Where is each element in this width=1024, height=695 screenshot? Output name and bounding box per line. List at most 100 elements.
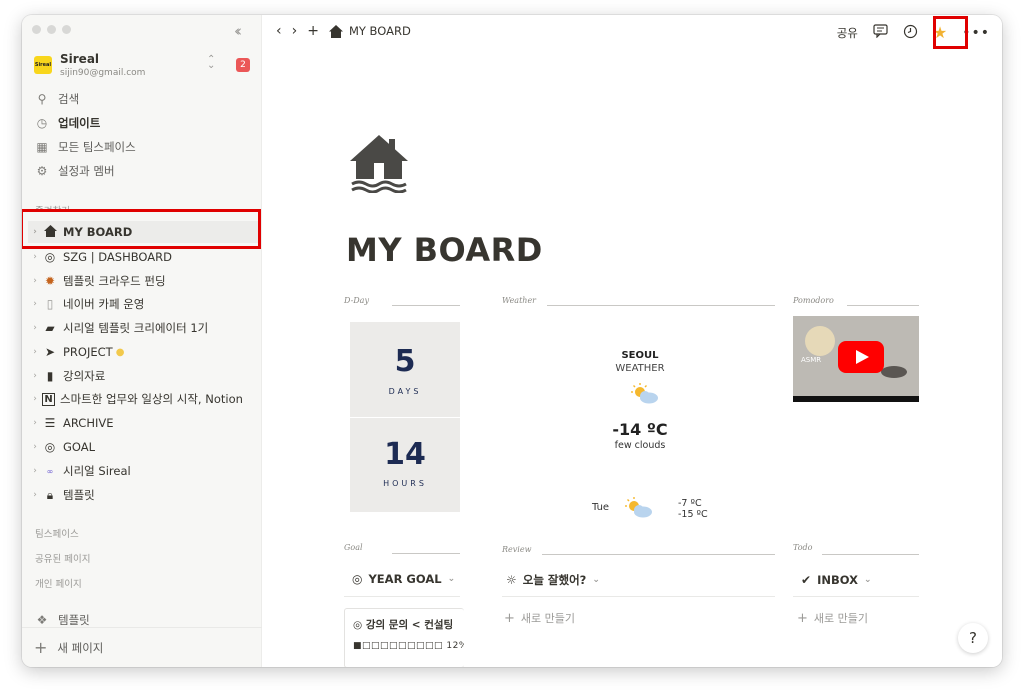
plus-icon: + <box>797 610 808 626</box>
workspace-switcher[interactable]: Sireal Sireal sijin90@gmail.com ⌃ ⌄ 2 <box>34 52 254 84</box>
zoom-window-dot[interactable] <box>62 25 71 34</box>
plus-icon[interactable]: + <box>307 23 319 39</box>
sidebar-item-label: 네이버 카페 운영 <box>63 297 145 311</box>
chevron-down-icon[interactable]: ⌄ <box>864 575 872 585</box>
review-view-divider <box>502 596 775 597</box>
sidebar-item-notion-guide[interactable]: › N 스마트한 업무와 일상의 시작, Notion <box>28 388 258 410</box>
sidebar-item-sireal[interactable]: › ∞ 시리얼 Sireal <box>28 460 258 482</box>
chevron-right-icon[interactable]: › <box>28 466 42 476</box>
notification-badge[interactable]: 2 <box>236 58 250 72</box>
goal-header: Goal <box>344 543 363 552</box>
sidebar-item-goal[interactable]: › ◎ GOAL <box>28 436 258 458</box>
help-button[interactable]: ? <box>958 623 988 653</box>
nav-label: 모든 팀스페이스 <box>58 140 136 154</box>
nav-updates[interactable]: ◷ 업데이트 <box>34 113 101 133</box>
nav-settings[interactable]: ⚙ 설정과 멤버 <box>34 161 115 181</box>
sidebar-item-template[interactable]: › 🔒︎ 템플릿 <box>28 484 258 506</box>
chevron-right-icon[interactable]: › <box>28 252 42 262</box>
goal-card[interactable]: ◎ 강의 문의 < 컨설팅 ■□□□□□□□□□ 12% <box>344 608 464 667</box>
sidebar-item-szg-dashboard[interactable]: › ◎ SZG | DASHBOARD <box>28 246 258 268</box>
review-header-line <box>542 554 775 555</box>
weather-temp: -14 ºC <box>612 420 668 439</box>
forecast-high: -7 ºC <box>678 498 702 509</box>
top-nav: ‹ › + MY BOARD <box>276 23 411 39</box>
goal-header-line <box>392 553 460 554</box>
chevron-right-icon[interactable]: › <box>28 442 42 452</box>
back-arrow-icon[interactable]: ‹ <box>276 23 282 39</box>
year-goal-view-tab[interactable]: ◎ YEAR GOAL ⌄ <box>352 572 455 586</box>
lock-icon: 🔒︎ <box>46 487 54 502</box>
private-section-label[interactable]: 개인 페이지 <box>35 576 82 590</box>
breadcrumb-title: MY BOARD <box>348 24 411 38</box>
chevron-down-icon[interactable]: ⌄ <box>448 574 456 584</box>
shared-section-label[interactable]: 공유된 페이지 <box>35 551 90 565</box>
chevron-right-icon[interactable]: › <box>28 323 42 333</box>
close-window-dot[interactable] <box>32 25 41 34</box>
chevron-right-icon[interactable]: › <box>28 299 42 309</box>
sidebar-item-template-funding[interactable]: › ✹ 템플릿 크라우드 펀딩 <box>28 270 258 292</box>
window-controls[interactable] <box>32 25 71 34</box>
target-icon: ◎ <box>353 619 366 631</box>
workspace-email: sijin90@gmail.com <box>60 68 146 78</box>
comment-icon[interactable] <box>873 24 888 41</box>
new-page-label: 새 페이지 <box>57 640 104 655</box>
sidebar-item-label: 강의자료 <box>63 369 106 383</box>
paper-plane-icon: ➤ <box>44 345 56 359</box>
search-icon: ⚲ <box>37 92 47 106</box>
sidebar-item-lecture[interactable]: › ▮ 강의자료 <box>28 365 258 387</box>
teamspace-section-label[interactable]: 팀스페이스 <box>35 526 79 540</box>
sidebar-item-creator[interactable]: › ▰ 시리얼 템플릿 크리에이터 1기 <box>28 317 258 339</box>
nav-label: 검색 <box>58 92 80 106</box>
new-label: 새로 만들기 <box>520 612 576 625</box>
nav-all-teamspaces[interactable]: ▦ 모든 팀스페이스 <box>34 137 136 157</box>
chevron-right-icon[interactable]: › <box>28 276 42 286</box>
todo-header: Todo <box>793 543 813 552</box>
target-icon: ◎ <box>44 250 56 264</box>
hours-value: 14 <box>384 437 426 472</box>
top-bar: ‹ › + MY BOARD 공유 ★ ••• <box>262 15 1002 49</box>
plus-icon: + <box>504 610 515 626</box>
nav-search[interactable]: ⚲ 검색 <box>34 89 80 109</box>
sun-icon: ☼ <box>506 573 517 587</box>
folder-icon: ▰ <box>45 321 55 335</box>
todo-new-button[interactable]: + 새로 만들기 <box>797 610 868 626</box>
sidebar-item-archive[interactable]: › ☰ ARCHIVE <box>28 412 258 434</box>
history-icon[interactable] <box>903 24 918 42</box>
chevron-updown-icon[interactable]: ⌃ ⌄ <box>207 55 215 71</box>
inbox-view-tab[interactable]: ✔︎ INBOX ⌄ <box>801 573 872 587</box>
chevron-right-icon[interactable]: › <box>28 418 42 428</box>
review-view-tab[interactable]: ☼ 오늘 잘했어? ⌄ <box>506 572 600 588</box>
review-new-button[interactable]: + 새로 만들기 <box>504 610 575 626</box>
youtube-play-icon[interactable] <box>838 341 884 373</box>
sidebar: ‹‹ Sireal Sireal sijin90@gmail.com ⌃ ⌄ 2 … <box>22 15 262 667</box>
main-content: ‹ › + MY BOARD 공유 ★ ••• MY BOARD D-Day W… <box>262 15 1002 667</box>
building-icon: ▦ <box>36 140 48 154</box>
video-thumbnail-object <box>881 366 907 378</box>
goal-card-progress: ■□□□□□□□□□ 12% <box>353 641 464 651</box>
chevron-right-icon[interactable]: › <box>28 371 42 381</box>
sidebar-item-project[interactable]: › ➤ PROJECT ● <box>28 341 258 363</box>
share-button[interactable]: 공유 <box>837 25 858 41</box>
dday-divider <box>350 417 460 418</box>
sidebar-item-naver-cafe[interactable]: › ▯ 네이버 카페 운영 <box>28 293 258 315</box>
pomodoro-video-embed[interactable]: ASMR <box>793 316 919 402</box>
view-label: YEAR GOAL <box>368 572 442 586</box>
breadcrumb[interactable]: MY BOARD <box>328 24 411 38</box>
collapse-sidebar-icon[interactable]: ‹‹ <box>234 22 242 40</box>
chevron-down-icon[interactable]: ⌄ <box>592 575 600 585</box>
days-value: 5 <box>394 344 416 379</box>
chevron-right-icon[interactable]: › <box>28 490 42 500</box>
chevron-right-icon[interactable]: › <box>28 347 42 357</box>
database-icon: ☰ <box>44 416 56 430</box>
new-page-button[interactable]: + 새 페이지 <box>34 638 103 657</box>
page-title[interactable]: MY BOARD <box>346 231 543 269</box>
page-house-icon[interactable] <box>348 133 410 193</box>
sidebar-item-label: GOAL <box>63 440 96 454</box>
check-circle-icon: ✔︎ <box>801 573 812 587</box>
chevron-right-icon[interactable]: › <box>28 394 42 404</box>
forward-arrow-icon[interactable]: › <box>292 23 298 39</box>
clock-icon: ◷ <box>36 116 48 130</box>
goal-view-divider <box>344 596 460 597</box>
minimize-window-dot[interactable] <box>47 25 56 34</box>
sidebar-item-label: ARCHIVE <box>63 416 114 430</box>
